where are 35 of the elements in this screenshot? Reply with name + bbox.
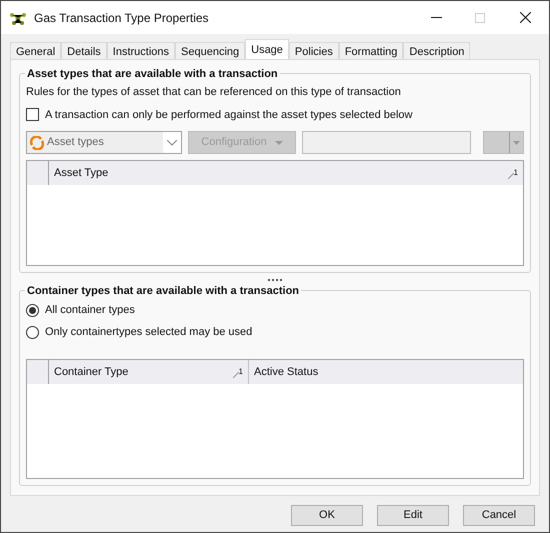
tab[interactable]: Policies (288, 42, 339, 59)
dialog-button[interactable]: Edit (377, 505, 449, 526)
column-header[interactable]: Container Type (54, 364, 233, 380)
description-text: Rules for the types of asset that can be referenced on this type of transaction (26, 85, 402, 100)
sort-order: 1 (238, 366, 243, 378)
tab[interactable]: Sequencing (175, 42, 246, 59)
tab[interactable]: Formatting (338, 42, 404, 59)
dialog-button[interactable]: Cancel (463, 505, 535, 526)
tab[interactable]: Description (403, 42, 470, 59)
dialog-button[interactable]: OK (291, 505, 363, 526)
checkbox[interactable] (26, 108, 39, 122)
input-field[interactable] (302, 131, 471, 154)
sort-icon (508, 173, 514, 179)
close-icon[interactable] (520, 12, 531, 23)
radio-button[interactable] (26, 326, 39, 338)
group-title: Container types that are available with a transaction (25, 283, 302, 300)
radio-label: Only containertypes selected may be used (45, 324, 252, 340)
radio-button[interactable] (26, 304, 39, 316)
tab[interactable]: Details (61, 42, 107, 59)
window-title: Gas Transaction Type Properties (34, 10, 210, 26)
tab[interactable]: General (10, 42, 62, 59)
chevron-down-icon (167, 140, 178, 146)
asset-type-dropdown[interactable]: Asset types (26, 131, 182, 154)
caret-icon (513, 140, 520, 144)
caret-icon (274, 140, 283, 144)
column-header[interactable]: Asset Type (54, 164, 508, 182)
sort-order: 1 (514, 167, 518, 179)
group-title: Asset types that are available with a transaction (25, 66, 280, 82)
tab[interactable]: Usage (245, 39, 289, 59)
tab[interactable]: Instructions (106, 42, 176, 59)
checkbox-label: A transaction can only be performed against the asset types selected below (45, 108, 412, 122)
sort-icon (232, 372, 239, 378)
radio-label: All container types (45, 302, 135, 318)
refresh-icon (30, 136, 44, 150)
column-header[interactable]: Active Status (254, 364, 518, 380)
